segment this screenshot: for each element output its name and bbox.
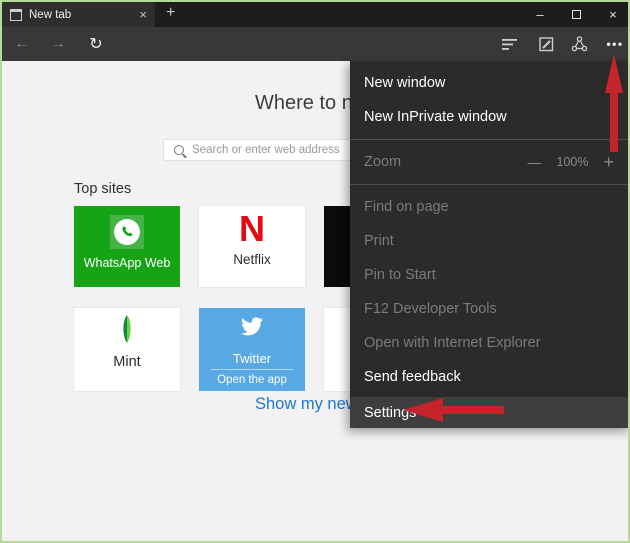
whatsapp-icon <box>110 215 144 249</box>
top-site-tile-whatsapp[interactable]: WhatsApp Web <box>74 206 180 287</box>
more-actions-button[interactable]: ••• <box>602 27 628 61</box>
refresh-button[interactable]: ↻ <box>84 27 108 61</box>
twitter-bird-icon <box>240 317 264 342</box>
menu-divider <box>350 184 630 185</box>
menu-item-new-window[interactable]: New window <box>350 66 630 100</box>
web-note-icon[interactable] <box>534 27 558 61</box>
title-bar: New tab × + – × <box>2 2 628 27</box>
tile-label: Mint <box>74 354 180 370</box>
tab-close-icon[interactable]: × <box>139 8 147 21</box>
menu-item-settings[interactable]: Settings <box>350 397 630 428</box>
tile-label: WhatsApp Web <box>74 256 180 270</box>
zoom-value: 100% <box>557 155 589 169</box>
page-favicon-icon <box>10 9 22 21</box>
navigation-bar: ← → ↻ ••• <box>2 27 628 61</box>
menu-item-open-with-internet-explorer: Open with Internet Explorer <box>350 326 630 360</box>
zoom-label: Zoom <box>364 154 401 170</box>
top-site-tile-twitter[interactable]: Twitter Open the app <box>199 308 305 391</box>
menu-item-new-inprivate-window[interactable]: New InPrivate window <box>350 100 630 134</box>
netflix-logo: N <box>199 208 305 250</box>
mint-logo <box>117 315 137 348</box>
menu-divider <box>350 139 630 140</box>
close-button[interactable]: × <box>608 8 618 21</box>
tile-label: Twitter <box>199 351 305 366</box>
menu-item-zoom: Zoom — 100% + <box>350 145 630 179</box>
share-icon[interactable] <box>567 27 591 61</box>
forward-button[interactable]: → <box>46 27 70 61</box>
more-menu: New window New InPrivate window Zoom — 1… <box>350 61 630 428</box>
tile-label: Netflix <box>199 252 305 267</box>
menu-item-print: Print <box>350 224 630 258</box>
window-controls: – × <box>535 2 618 27</box>
maximize-button[interactable] <box>572 10 581 19</box>
minimize-button[interactable]: – <box>535 8 545 21</box>
new-tab-button[interactable]: + <box>166 4 175 22</box>
hub-icon[interactable] <box>498 27 522 61</box>
edge-browser-window: New tab × + – × ← → ↻ <box>0 0 630 543</box>
top-site-tile-netflix[interactable]: N Netflix <box>199 206 305 287</box>
menu-item-pin-to-start: Pin to Start <box>350 258 630 292</box>
menu-item-f12-developer-tools: F12 Developer Tools <box>350 292 630 326</box>
open-the-app-label[interactable]: Open the app <box>199 374 305 386</box>
tab-new-tab[interactable]: New tab × <box>2 2 155 27</box>
tile-divider <box>211 369 293 370</box>
top-site-tile-mint[interactable]: Mint <box>74 308 180 391</box>
back-button[interactable]: ← <box>10 27 34 61</box>
tab-title: New tab <box>29 9 132 21</box>
zoom-in-button[interactable]: + <box>603 152 614 173</box>
zoom-out-button[interactable]: — <box>528 154 542 170</box>
menu-item-send-feedback[interactable]: Send feedback <box>350 360 630 394</box>
menu-item-find-on-page: Find on page <box>350 190 630 224</box>
search-icon <box>174 145 184 155</box>
top-sites-label: Top sites <box>74 181 131 197</box>
